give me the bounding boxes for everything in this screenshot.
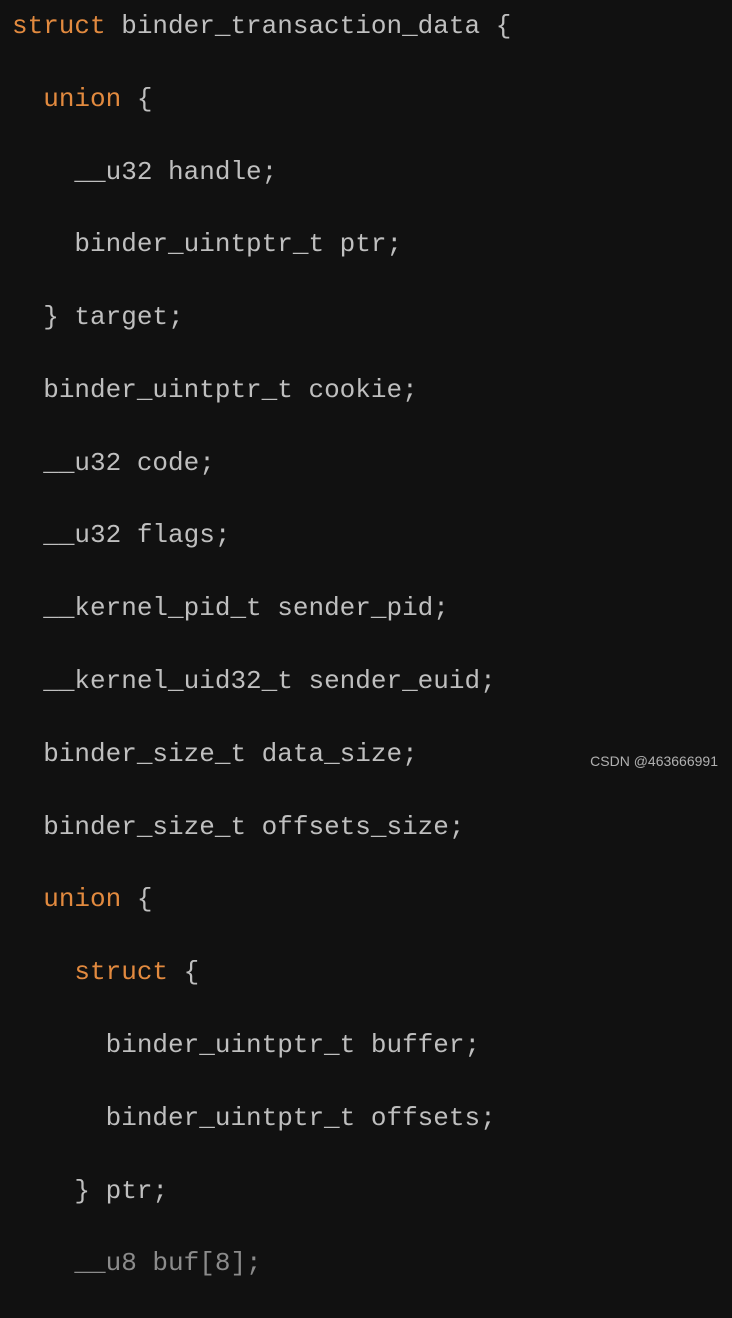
keyword: union (43, 884, 121, 914)
code-line: __u32 handle; (12, 154, 720, 190)
code-line: union { (12, 881, 720, 917)
code-text: __u32 code; (43, 448, 215, 478)
watermark-text: CSDN @463666991 (590, 752, 718, 772)
code-line: __kernel_uid32_t sender_euid; (12, 663, 720, 699)
keyword: struct (74, 957, 168, 987)
code-text: __u32 flags; (43, 520, 230, 550)
code-text: binder_size_t data_size; (43, 739, 417, 769)
code-line: union { (12, 81, 720, 117)
code-text: binder_uintptr_t offsets; (106, 1103, 496, 1133)
code-text: } target; (43, 302, 183, 332)
keyword: struct (12, 11, 106, 41)
code-line: struct { (12, 954, 720, 990)
code-text: binder_size_t offsets_size; (43, 812, 464, 842)
code-line: __u8 buf[8]; (12, 1245, 720, 1281)
code-text: __u32 handle; (74, 157, 277, 187)
code-text: binder_uintptr_t ptr; (74, 229, 402, 259)
code-line: binder_uintptr_t cookie; (12, 372, 720, 408)
code-line: } ptr; (12, 1173, 720, 1209)
code-text: __kernel_uid32_t sender_euid; (43, 666, 495, 696)
code-text: binder_transaction_data { (106, 11, 512, 41)
code-line: struct binder_transaction_data { (12, 8, 720, 44)
code-text: binder_uintptr_t cookie; (43, 375, 417, 405)
code-text: __u8 buf[8]; (74, 1248, 261, 1278)
code-text: { (168, 957, 199, 987)
code-line: binder_uintptr_t ptr; (12, 226, 720, 262)
code-text: { (121, 884, 152, 914)
code-line: } target; (12, 299, 720, 335)
code-text: } ptr; (74, 1176, 168, 1206)
code-line: binder_size_t offsets_size; (12, 809, 720, 845)
code-line: binder_uintptr_t buffer; (12, 1027, 720, 1063)
code-line: __kernel_pid_t sender_pid; (12, 590, 720, 626)
keyword: union (43, 84, 121, 114)
code-text: binder_uintptr_t buffer; (106, 1030, 480, 1060)
code-block: struct binder_transaction_data { union {… (12, 8, 720, 1318)
code-text: { (121, 84, 152, 114)
code-line: __u32 code; (12, 445, 720, 481)
code-line: __u32 flags; (12, 517, 720, 553)
code-text: __kernel_pid_t sender_pid; (43, 593, 449, 623)
code-line: binder_uintptr_t offsets; (12, 1100, 720, 1136)
